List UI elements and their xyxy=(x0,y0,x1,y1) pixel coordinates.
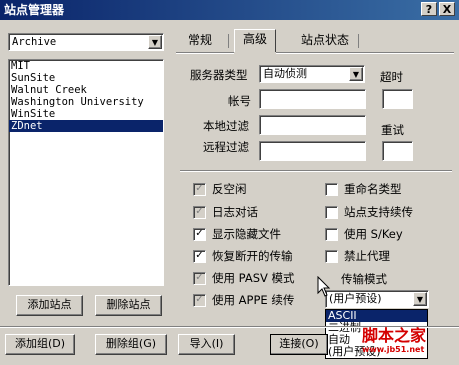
site-list[interactable]: MIT SunSite Walnut Creek Washington Univ… xyxy=(8,59,164,286)
tab-divider xyxy=(228,34,229,48)
server-type-select[interactable]: 自动侦测 ▼ xyxy=(259,65,365,83)
checkbox-box xyxy=(325,182,338,196)
server-type-value: 自动侦测 xyxy=(263,67,307,80)
checkbox-label: 显示隐藏文件 xyxy=(212,227,281,241)
resume-transfer-checkbox[interactable]: ✓ 恢复断开的传输 xyxy=(193,248,293,264)
list-item[interactable]: Washington University xyxy=(9,96,163,108)
site-group-value: Archive xyxy=(12,36,57,48)
site-resume-checkbox[interactable]: 站点支持续传 xyxy=(325,204,413,220)
watermark-title: 脚本之家 xyxy=(362,326,427,345)
list-item[interactable]: WinSite xyxy=(9,108,163,120)
checkbox-box xyxy=(325,205,338,219)
account-label: 帐号 xyxy=(228,94,251,108)
checkbox-label: 使用 PASV 模式 xyxy=(212,271,295,285)
delete-group-button[interactable]: 删除组(G) xyxy=(95,334,167,355)
transfer-mode-value: (用户预设) xyxy=(329,292,382,305)
remote-filter-label: 远程过滤 xyxy=(203,140,249,154)
timeout-input[interactable] xyxy=(382,89,413,109)
title-bar: 站点管理器 ? X xyxy=(0,0,459,20)
retry-label: 重试 xyxy=(381,123,404,137)
chevron-down-icon[interactable]: ▼ xyxy=(148,35,162,49)
checkbox-box xyxy=(325,227,338,241)
close-button[interactable]: X xyxy=(439,2,455,16)
checkbox-box xyxy=(325,249,338,263)
checkbox-label: 使用 APPE 续传 xyxy=(212,293,295,307)
checkbox-label: 日志对话 xyxy=(212,205,258,219)
import-button[interactable]: 导入(I) xyxy=(178,334,235,355)
checkmark-icon: ✓ xyxy=(193,249,206,263)
checkmark-icon: ✓ xyxy=(193,293,206,307)
mouse-cursor-icon xyxy=(317,276,331,297)
watermark-logo: 脚本之家 www.jb51.net xyxy=(362,327,457,363)
transfer-mode-label: 传输模式 xyxy=(341,272,387,286)
transfer-mode-select[interactable]: (用户预设) ▼ xyxy=(325,290,429,308)
no-proxy-checkbox[interactable]: 禁止代理 xyxy=(325,248,390,264)
appe-resume-checkbox[interactable]: ✓ 使用 APPE 续传 xyxy=(193,292,294,308)
checkmark-icon: ✓ xyxy=(193,205,206,219)
delete-site-button[interactable]: 删除站点 xyxy=(95,295,162,316)
pasv-mode-checkbox[interactable]: ✓ 使用 PASV 模式 xyxy=(193,270,295,286)
section-divider xyxy=(180,170,452,172)
remote-filter-input[interactable] xyxy=(259,141,366,161)
tab-advanced[interactable]: 高级 xyxy=(234,29,276,52)
checkbox-label: 使用 S/Key xyxy=(344,227,403,241)
add-group-button[interactable]: 添加组(D) xyxy=(5,334,75,355)
list-item[interactable]: MIT xyxy=(9,60,163,72)
checkmark-icon: ✓ xyxy=(193,182,206,196)
connect-button[interactable]: 连接(O) xyxy=(270,334,328,355)
show-hidden-checkbox[interactable]: ✓ 显示隐藏文件 xyxy=(193,226,281,242)
checkbox-label: 恢复断开的传输 xyxy=(212,249,293,263)
checkbox-label: 反空闲 xyxy=(212,182,247,196)
checkbox-label: 站点支持续传 xyxy=(344,205,413,219)
site-group-select[interactable]: Archive ▼ xyxy=(8,33,164,51)
timeout-label: 超时 xyxy=(380,70,403,84)
retry-input[interactable] xyxy=(382,141,413,161)
chevron-down-icon[interactable]: ▼ xyxy=(349,67,363,81)
server-type-label: 服务器类型 xyxy=(190,68,248,82)
account-input[interactable] xyxy=(259,89,366,109)
add-site-button[interactable]: 添加站点 xyxy=(16,295,83,316)
skey-checkbox[interactable]: 使用 S/Key xyxy=(325,226,403,242)
anti-idle-checkbox[interactable]: ✓ 反空闲 xyxy=(193,181,247,197)
watermark-url: www.jb51.net xyxy=(362,345,425,354)
help-button[interactable]: ? xyxy=(421,2,437,16)
rename-type-checkbox[interactable]: 重命名类型 xyxy=(325,181,402,197)
list-item[interactable]: SunSite xyxy=(9,72,163,84)
chevron-down-icon[interactable]: ▼ xyxy=(413,292,427,306)
tab-site-status[interactable]: 站点状态 xyxy=(294,31,356,51)
tab-baseline xyxy=(276,52,454,54)
local-filter-label: 本地过滤 xyxy=(203,119,249,133)
tab-general[interactable]: 常规 xyxy=(180,31,220,51)
checkmark-icon: ✓ xyxy=(193,227,206,241)
window-title: 站点管理器 xyxy=(4,3,65,17)
tab-baseline xyxy=(176,52,234,54)
list-item[interactable]: Walnut Creek xyxy=(9,84,163,96)
tab-divider xyxy=(358,34,359,48)
list-item-selected[interactable]: ZDnet xyxy=(9,120,163,132)
checkmark-icon: ✓ xyxy=(193,271,206,285)
local-filter-input[interactable] xyxy=(259,115,366,135)
checkbox-label: 禁止代理 xyxy=(344,249,390,263)
checkbox-label: 重命名类型 xyxy=(344,182,402,196)
log-dialog-checkbox[interactable]: ✓ 日志对话 xyxy=(193,204,258,220)
